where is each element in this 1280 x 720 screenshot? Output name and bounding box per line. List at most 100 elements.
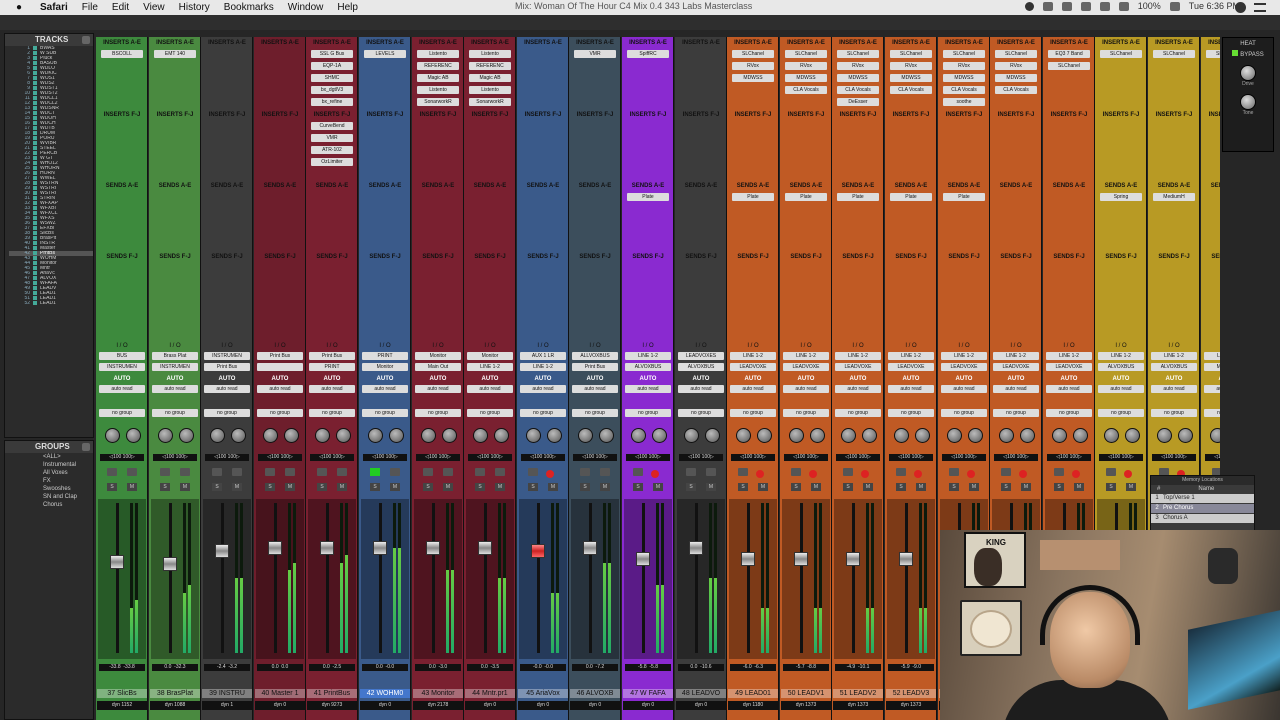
output-selector[interactable] <box>257 363 303 371</box>
input-selector[interactable]: LINE 1-2 <box>1046 352 1092 360</box>
automation-mode-selector[interactable]: auto read <box>1098 385 1144 393</box>
tone-knob[interactable] <box>1240 94 1256 110</box>
output-selector[interactable]: LEADVOXE <box>993 363 1039 371</box>
insert-slot[interactable]: BSCOLL <box>101 50 143 58</box>
track-name-plate[interactable]: 41 PrintBus <box>307 689 357 698</box>
track-visible-icon[interactable] <box>33 56 37 60</box>
insert-slot[interactable]: SSL G Bus <box>311 50 353 58</box>
volume-fader[interactable] <box>846 552 860 566</box>
group-selector[interactable]: no group <box>467 409 513 417</box>
volume-fader[interactable] <box>426 541 440 555</box>
memory-location-row[interactable]: 3 Chorus A <box>1151 514 1254 523</box>
pan-right-knob[interactable] <box>1073 428 1088 443</box>
volume-fader[interactable] <box>373 541 387 555</box>
track-visible-icon[interactable] <box>33 116 37 120</box>
volume-fader[interactable] <box>741 552 755 566</box>
memory-location-row[interactable]: 2 Pre Chorus <box>1151 504 1254 513</box>
track-name-plate[interactable]: 39 INSTRU <box>202 689 252 698</box>
insert-slot[interactable]: SonarworkR <box>469 98 511 106</box>
automation-mode-selector[interactable]: auto read <box>520 385 566 393</box>
pan-left-knob[interactable] <box>736 428 751 443</box>
pan-left-knob[interactable] <box>526 428 541 443</box>
volume-readout[interactable]: 0.0 -7.2 <box>572 664 618 671</box>
track-visible-icon[interactable] <box>33 141 37 145</box>
solo-button[interactable]: S <box>1054 483 1064 491</box>
solo-button[interactable]: S <box>107 483 117 491</box>
insert-slot[interactable]: CLA Vocals <box>890 86 932 94</box>
input-selector[interactable]: ALLVOXBUS <box>572 352 618 360</box>
track-visible-icon[interactable] <box>33 66 37 70</box>
output-selector[interactable]: LEADVOXE <box>835 363 881 371</box>
solo-button[interactable]: S <box>317 483 327 491</box>
input-selector[interactable]: INSTRUMEN <box>204 352 250 360</box>
pan-left-knob[interactable] <box>999 428 1014 443</box>
insert-slot[interactable]: SLChanel <box>837 50 879 58</box>
menu-extra-icon[interactable] <box>1042 1 1053 11</box>
volume-fader[interactable] <box>531 544 545 558</box>
menu-file[interactable]: File <box>82 2 98 13</box>
record-arm-button[interactable] <box>180 468 190 476</box>
pan-left-knob[interactable] <box>368 428 383 443</box>
track-visible-icon[interactable] <box>33 241 37 245</box>
input-monitor-button[interactable] <box>528 468 538 476</box>
output-selector[interactable]: ALVOXBUS <box>625 363 671 371</box>
pan-right-knob[interactable] <box>284 428 299 443</box>
volume-fader[interactable] <box>163 557 177 571</box>
input-selector[interactable]: Print Bus <box>309 352 355 360</box>
tracks-panel-menu-button[interactable] <box>82 36 90 44</box>
input-monitor-button[interactable] <box>633 468 643 476</box>
track-name-plate[interactable]: 47 W FAFA <box>623 689 673 698</box>
track-visible-icon[interactable] <box>33 171 37 175</box>
volume-fader[interactable] <box>110 555 124 569</box>
input-monitor-button[interactable] <box>949 468 959 476</box>
insert-slot[interactable]: SonarworkR <box>417 98 459 106</box>
output-selector[interactable]: LEADVOXE <box>730 363 776 371</box>
track-name-plate[interactable]: 51 LEADV2 <box>833 689 883 698</box>
solo-button[interactable]: S <box>212 483 222 491</box>
pan-left-knob[interactable] <box>684 428 699 443</box>
group-selector[interactable]: no group <box>257 409 303 417</box>
mute-button[interactable]: M <box>127 483 137 491</box>
record-arm-icon[interactable] <box>914 470 922 478</box>
mute-button[interactable]: M <box>548 483 558 491</box>
pan-right-knob[interactable] <box>968 428 983 443</box>
output-selector[interactable]: LEADVOXE <box>783 363 829 371</box>
input-selector[interactable]: LINE 1-2 <box>1098 352 1144 360</box>
insert-slot[interactable]: OzLimiter <box>311 158 353 166</box>
output-selector[interactable]: PRINT <box>309 363 355 371</box>
track-visible-icon[interactable] <box>33 166 37 170</box>
input-selector[interactable]: LINE 1-2 <box>941 352 987 360</box>
group-selector[interactable]: no group <box>730 409 776 417</box>
track-visible-icon[interactable] <box>33 61 37 65</box>
volume-readout[interactable]: -2.4 -3.2 <box>204 664 250 671</box>
automation-mode-selector[interactable]: auto read <box>1204 385 1220 393</box>
volume-readout[interactable]: 0.0 -3.5 <box>467 664 513 671</box>
solo-button[interactable]: S <box>896 483 906 491</box>
record-arm-icon[interactable] <box>861 470 869 478</box>
group-list-item[interactable]: SN and Clap <box>5 493 93 501</box>
insert-slot[interactable]: MDWSS <box>732 74 774 82</box>
track-visible-icon[interactable] <box>33 296 37 300</box>
insert-slot[interactable]: REFERENC <box>417 62 459 70</box>
track-name-plate[interactable]: 37 SlicBs <box>97 689 147 698</box>
group-selector[interactable]: no group <box>1046 409 1092 417</box>
group-selector[interactable]: no group <box>993 409 1039 417</box>
track-visible-icon[interactable] <box>33 146 37 150</box>
pan-left-knob[interactable] <box>1210 428 1220 443</box>
mute-button[interactable]: M <box>180 483 190 491</box>
record-arm-button[interactable] <box>127 468 137 476</box>
track-visible-icon[interactable] <box>33 91 37 95</box>
input-selector[interactable]: LINE 1-2 <box>730 352 776 360</box>
track-visible-icon[interactable] <box>33 71 37 75</box>
menu-app[interactable]: Safari <box>40 2 68 13</box>
automation-mode-selector[interactable]: auto read <box>888 385 934 393</box>
input-monitor-button[interactable] <box>317 468 327 476</box>
input-selector[interactable]: LINE 1-2 <box>1151 352 1197 360</box>
mute-button[interactable]: M <box>1126 483 1136 491</box>
insert-slot[interactable]: RVox <box>732 62 774 70</box>
track-visible-icon[interactable] <box>33 231 37 235</box>
input-monitor-button[interactable] <box>791 468 801 476</box>
output-selector[interactable]: INSTRUMEN <box>99 363 145 371</box>
group-selector[interactable]: no group <box>1204 409 1220 417</box>
insert-slot[interactable]: RVox <box>943 62 985 70</box>
